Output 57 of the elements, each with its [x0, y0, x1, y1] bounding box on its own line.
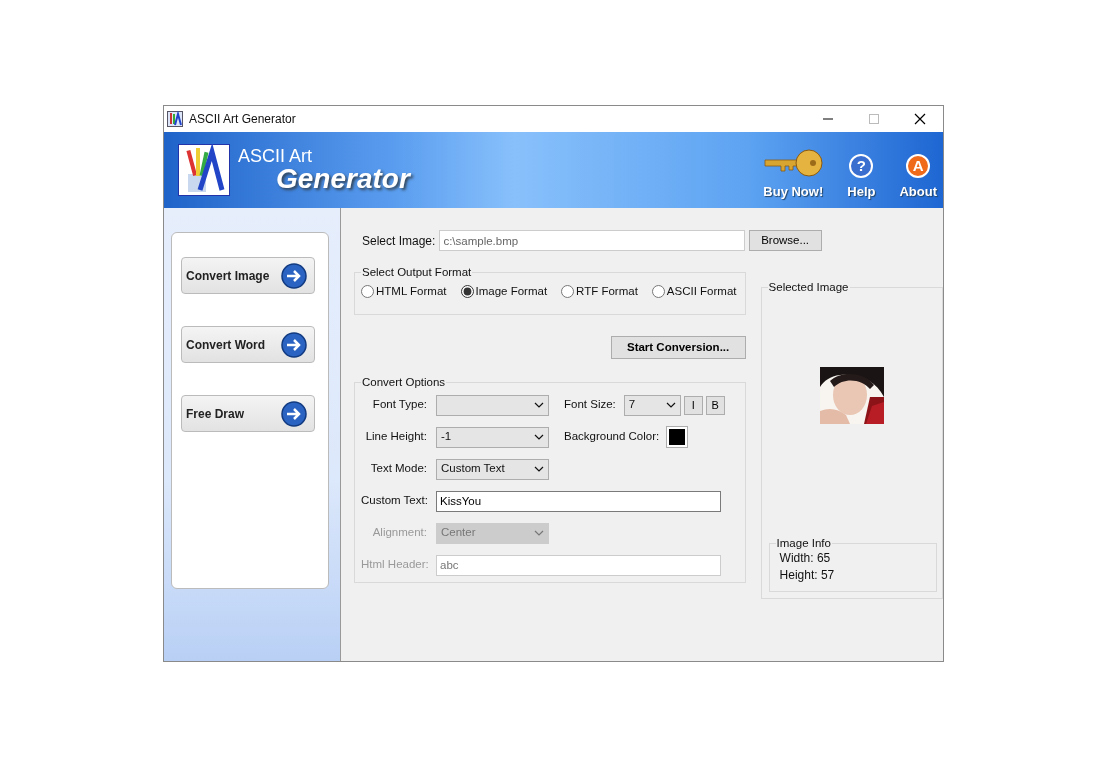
- field-label: Alignment:: [371, 525, 428, 541]
- window-title: ASCII Art Generator: [189, 111, 296, 128]
- info-text: Width: 65: [778, 549, 832, 567]
- key-icon: [763, 148, 824, 179]
- arrow-right-icon: [280, 330, 308, 359]
- dropdown[interactable]: -1: [436, 426, 549, 448]
- dropdown[interactable]: Custom Text: [436, 458, 549, 480]
- field-label: Custom Text:: [361, 493, 429, 509]
- sidebar-button[interactable]: Convert Word: [181, 326, 315, 363]
- field-label: Html Header:: [361, 557, 430, 573]
- arrow-right-icon: [280, 261, 308, 290]
- logo-icon: [178, 144, 230, 196]
- chevron-down-icon: [534, 466, 544, 472]
- toggle-button[interactable]: I: [683, 395, 703, 415]
- field-label: Font Type:: [371, 397, 428, 413]
- app-title: ASCII Art: [238, 147, 314, 165]
- sidebar-button[interactable]: Convert Image: [181, 257, 315, 294]
- browse-button[interactable]: Browse...: [748, 230, 822, 251]
- radio-label[interactable]: RTF Format: [576, 282, 638, 300]
- arrow-right-icon: [280, 399, 308, 428]
- chevron-down-icon: [534, 402, 544, 408]
- group-label: Convert Options: [361, 377, 447, 389]
- radio-button[interactable]: [460, 284, 474, 298]
- group-label: Select Output Format: [361, 267, 473, 279]
- field-label: Line Height:: [364, 429, 428, 445]
- toolbar-button[interactable]: ? Help: [847, 144, 876, 202]
- radio-label[interactable]: ASCII Format: [666, 282, 737, 300]
- start-conversion-button[interactable]: Start Conversion...: [610, 336, 746, 359]
- text-field[interactable]: KissYou: [436, 490, 721, 512]
- dropdown: Center: [436, 522, 549, 544]
- radio-button[interactable]: [651, 284, 665, 298]
- dropdown[interactable]: 7: [623, 394, 681, 416]
- sidebar-button[interactable]: Free Draw: [181, 395, 315, 432]
- chevron-down-icon: [665, 402, 676, 408]
- group-label: Image Info: [775, 538, 832, 550]
- field-label: Text Mode:: [369, 461, 428, 477]
- radio-label[interactable]: HTML Format: [376, 282, 447, 300]
- app-title: Generator: [276, 165, 410, 193]
- icon-badge: A: [906, 154, 931, 179]
- chevron-down-icon: [534, 530, 544, 536]
- group-label: Selected Image: [767, 282, 850, 294]
- icon-badge: ?: [849, 154, 874, 179]
- field-label: Background Color:: [564, 429, 661, 445]
- toggle-button[interactable]: B: [705, 395, 725, 415]
- field-label: Select Image:: [361, 232, 437, 250]
- radio-button[interactable]: [361, 284, 374, 298]
- chevron-down-icon: [534, 434, 544, 440]
- color-swatch[interactable]: [667, 427, 688, 447]
- close-icon[interactable]: [914, 113, 926, 125]
- file-path-field[interactable]: c:\sample.bmp: [439, 230, 745, 251]
- app-icon: [167, 111, 183, 127]
- field-label: Font Size:: [564, 397, 617, 413]
- radio-button[interactable]: [561, 284, 575, 298]
- dropdown[interactable]: [436, 394, 549, 416]
- radio-label[interactable]: Image Format: [475, 282, 548, 300]
- info-text: Height: 57: [778, 566, 836, 584]
- toolbar-button[interactable]: A About: [899, 144, 937, 202]
